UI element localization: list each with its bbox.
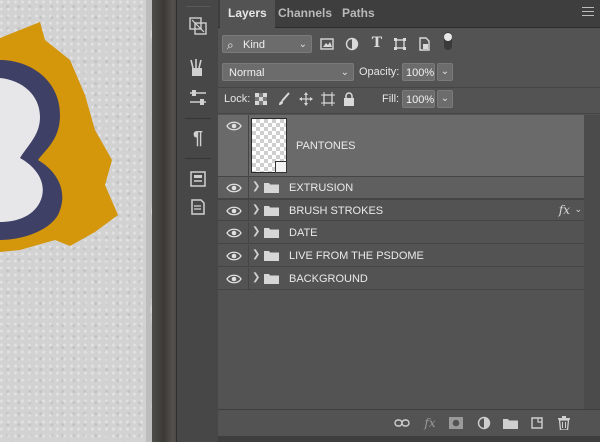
lock-artboard-icon[interactable]: [320, 91, 336, 107]
layer-name[interactable]: BACKGROUND: [289, 268, 368, 290]
panel-icon-strip: ¶: [176, 0, 220, 442]
folder-icon: [264, 228, 279, 238]
mask-icon[interactable]: [448, 415, 464, 431]
strip-divider: [185, 118, 211, 119]
folder-icon: [264, 251, 279, 261]
filter-kind-select[interactable]: ⌕ Kind ⌄: [222, 35, 312, 53]
lock-transparent-pixels-icon[interactable]: [253, 91, 269, 107]
fx-icon[interactable]: fx: [422, 415, 438, 431]
new-layer-icon[interactable]: [529, 415, 545, 431]
layer-name[interactable]: LIVE FROM THE PSDOME: [289, 245, 424, 267]
layer-row-background[interactable]: ❯ BACKGROUND: [218, 268, 584, 290]
layer-divider: [248, 222, 249, 243]
layer-name[interactable]: BRUSH STROKES: [289, 200, 383, 222]
eye-icon[interactable]: [226, 226, 242, 240]
transform-icon[interactable]: [186, 14, 210, 38]
paragraph-icon[interactable]: ¶: [186, 126, 210, 150]
brush-presets-icon[interactable]: [186, 56, 210, 80]
layer-divider: [248, 200, 249, 220]
chevron-right-icon[interactable]: ❯: [252, 181, 260, 192]
filter-adjustment-icon[interactable]: [344, 36, 360, 52]
layer-name[interactable]: PANTONES: [296, 115, 356, 177]
layer-row-extrusion[interactable]: ❯ EXTRUSION: [218, 177, 584, 199]
document-canvas[interactable]: [0, 0, 182, 442]
blend-mode-value: Normal: [229, 67, 265, 79]
strip-grip[interactable]: [186, 0, 210, 7]
layer-name[interactable]: EXTRUSION: [289, 177, 353, 199]
chevron-down-icon[interactable]: ⌄: [574, 204, 582, 215]
folder-icon: [264, 274, 279, 284]
layer-divider: [248, 245, 249, 266]
filter-shape-icon[interactable]: [392, 36, 408, 52]
layer-row-live-from-the-psdome[interactable]: ❯ LIVE FROM THE PSDOME: [218, 245, 584, 267]
link-icon[interactable]: [394, 415, 410, 431]
lock-position-icon[interactable]: [298, 91, 314, 107]
panel-tab-bar: Layers Channels Paths: [218, 0, 600, 28]
opacity-input[interactable]: 100%: [402, 63, 435, 81]
divider: [218, 113, 600, 114]
smart-object-badge-icon: [275, 161, 287, 173]
layers-bottom-toolbar: fx: [218, 409, 600, 437]
opacity-label: Opacity:: [359, 66, 400, 78]
layer-effects-icon[interactable]: fx: [559, 203, 570, 217]
layers-panel: Layers Channels Paths ⌕ Kind ⌄ T Normal …: [218, 0, 600, 442]
chevron-down-icon: ⌄: [340, 67, 349, 78]
fill-input[interactable]: 100%: [402, 90, 435, 108]
panel-resize-handle[interactable]: [218, 436, 600, 442]
eye-icon[interactable]: [226, 119, 242, 133]
notes-icon[interactable]: [186, 195, 210, 219]
tab-channels[interactable]: Channels: [270, 0, 340, 27]
adjustment-icon[interactable]: [476, 415, 492, 431]
adjustments-icon[interactable]: [186, 86, 210, 110]
chevron-right-icon[interactable]: ❯: [252, 226, 260, 237]
eye-icon[interactable]: [226, 272, 242, 286]
chevron-right-icon[interactable]: ❯: [252, 249, 260, 260]
divider: [218, 87, 600, 88]
filter-smart-object-icon[interactable]: [416, 36, 432, 52]
layer-row-brush-strokes[interactable]: ❯ BRUSH STROKES fx ⌄: [218, 199, 584, 221]
fill-dropdown-button[interactable]: ⌄: [437, 90, 453, 108]
chevron-down-icon: ⌄: [298, 39, 307, 50]
layers-scrollbar[interactable]: [584, 115, 600, 409]
layer-divider: [248, 115, 249, 176]
folder-icon: [264, 183, 279, 193]
filter-toggle-switch[interactable]: [440, 32, 456, 50]
search-icon: ⌕: [227, 38, 234, 52]
lock-label: Lock:: [224, 93, 251, 105]
filter-pixel-icon[interactable]: [319, 36, 335, 52]
tab-layers[interactable]: Layers: [220, 0, 275, 28]
eye-icon[interactable]: [226, 181, 242, 195]
blend-mode-select[interactable]: Normal ⌄: [222, 63, 354, 81]
chevron-right-icon[interactable]: ❯: [252, 204, 260, 215]
eye-icon[interactable]: [226, 249, 242, 263]
opacity-dropdown-button[interactable]: ⌄: [437, 63, 453, 81]
folder-icon: [264, 206, 279, 216]
strip-divider: [185, 158, 211, 159]
fill-label: Fill:: [382, 93, 400, 105]
layer-name[interactable]: DATE: [289, 222, 318, 244]
lock-image-pixels-icon[interactable]: [276, 91, 292, 107]
layer-row-pantones[interactable]: PANTONES: [218, 115, 584, 177]
new-group-icon[interactable]: [502, 415, 518, 431]
layer-divider: [248, 268, 249, 289]
layer-row-date[interactable]: ❯ DATE: [218, 222, 584, 244]
eye-icon[interactable]: [226, 204, 242, 218]
trash-icon[interactable]: [556, 415, 572, 431]
chevron-right-icon[interactable]: ❯: [252, 272, 260, 283]
lock-all-icon[interactable]: [341, 91, 357, 107]
filter-type-icon[interactable]: T: [369, 35, 385, 51]
tab-paths[interactable]: Paths: [334, 0, 383, 27]
panel-menu-icon[interactable]: [582, 7, 594, 19]
properties-icon[interactable]: [186, 167, 210, 191]
layer-divider: [248, 177, 249, 198]
filter-kind-value: Kind: [243, 39, 266, 51]
